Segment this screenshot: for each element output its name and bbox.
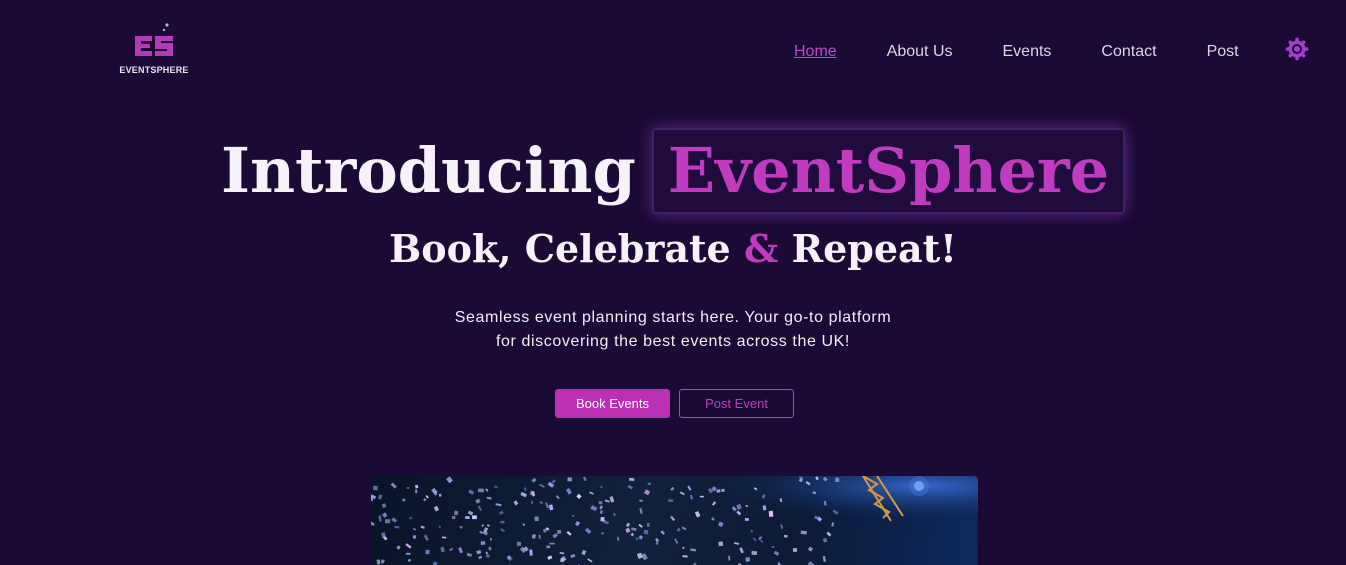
confetti-piece xyxy=(465,516,470,519)
confetti-piece xyxy=(771,546,775,548)
confetti-piece xyxy=(600,516,605,522)
confetti-piece xyxy=(531,500,534,504)
confetti-piece xyxy=(451,515,456,520)
confetti-piece xyxy=(835,477,840,482)
nav-item-events[interactable]: Events xyxy=(1003,43,1052,61)
confetti-piece xyxy=(792,548,798,552)
confetti-piece xyxy=(601,532,604,535)
confetti-piece xyxy=(572,514,575,517)
confetti-piece xyxy=(751,551,757,555)
confetti-piece xyxy=(405,552,411,555)
confetti-piece xyxy=(438,493,442,497)
confetti-piece xyxy=(480,541,486,546)
confetti-piece xyxy=(699,495,704,498)
logo-text: EVENTSPHERE xyxy=(119,65,189,75)
hero-title: Introducing EventSphere xyxy=(0,128,1346,214)
confetti-piece xyxy=(823,500,827,506)
confetti-piece xyxy=(490,537,492,541)
confetti-piece xyxy=(534,516,539,522)
confetti-piece xyxy=(655,542,659,545)
nav-item-home[interactable]: Home xyxy=(794,43,837,61)
confetti-piece xyxy=(682,555,688,558)
gear-icon[interactable] xyxy=(1285,37,1309,61)
nav-item-about-us[interactable]: About Us xyxy=(887,43,953,61)
confetti-piece xyxy=(384,519,391,524)
concert-confetti-image xyxy=(371,476,978,565)
confetti-piece xyxy=(762,505,767,511)
hero-description: Seamless event planning starts here. You… xyxy=(398,306,948,354)
confetti-piece xyxy=(478,488,484,493)
confetti-piece xyxy=(745,556,751,562)
confetti-piece xyxy=(546,545,551,549)
confetti-piece xyxy=(373,485,378,491)
confetti-piece xyxy=(768,510,774,517)
description-line-1: Seamless event planning starts here. You… xyxy=(454,309,892,326)
logo-mark xyxy=(135,23,173,56)
hero-subtitle: Book, Celebrate & Repeat! xyxy=(0,224,1346,274)
confetti-piece xyxy=(543,528,547,533)
confetti-piece xyxy=(529,549,533,556)
main-nav: Home About Us Events Contact Post xyxy=(794,40,1289,64)
confetti-piece xyxy=(598,501,603,505)
hero-title-prefix: Introducing xyxy=(220,134,636,207)
hero-title-brand: EventSphere xyxy=(651,128,1126,214)
confetti-piece xyxy=(643,529,649,535)
confetti-piece xyxy=(500,520,505,524)
nav-item-contact[interactable]: Contact xyxy=(1101,43,1156,61)
description-line-2: for discovering the best events across t… xyxy=(496,333,850,350)
post-event-button[interactable]: Post Event xyxy=(679,389,794,418)
confetti-piece xyxy=(647,482,651,485)
confetti-piece xyxy=(394,525,400,529)
confetti-piece xyxy=(472,515,477,520)
confetti-piece xyxy=(783,534,788,538)
confetti-piece xyxy=(567,477,572,482)
confetti-piece xyxy=(668,499,674,502)
confetti-piece xyxy=(800,530,807,535)
confetti-piece xyxy=(516,541,522,547)
confetti-piece xyxy=(425,549,430,555)
book-events-button[interactable]: Book Events xyxy=(555,389,670,418)
confetti-piece xyxy=(415,489,418,494)
confetti-piece xyxy=(721,488,725,492)
confetti-piece xyxy=(376,559,381,565)
confetti-piece xyxy=(744,518,749,521)
confetti-piece xyxy=(556,529,562,534)
confetti-piece xyxy=(646,522,650,527)
subtitle-part2: Repeat! xyxy=(791,226,957,271)
confetti-piece xyxy=(493,485,498,488)
nav-item-post[interactable]: Post xyxy=(1207,43,1239,61)
logo[interactable]: EVENTSPHERE xyxy=(118,22,190,76)
confetti-piece xyxy=(718,541,724,547)
confetti-piece xyxy=(549,542,555,545)
subtitle-ampersand: & xyxy=(743,226,779,271)
subtitle-part1: Book, Celebrate xyxy=(389,226,731,271)
confetti-piece xyxy=(716,489,721,493)
